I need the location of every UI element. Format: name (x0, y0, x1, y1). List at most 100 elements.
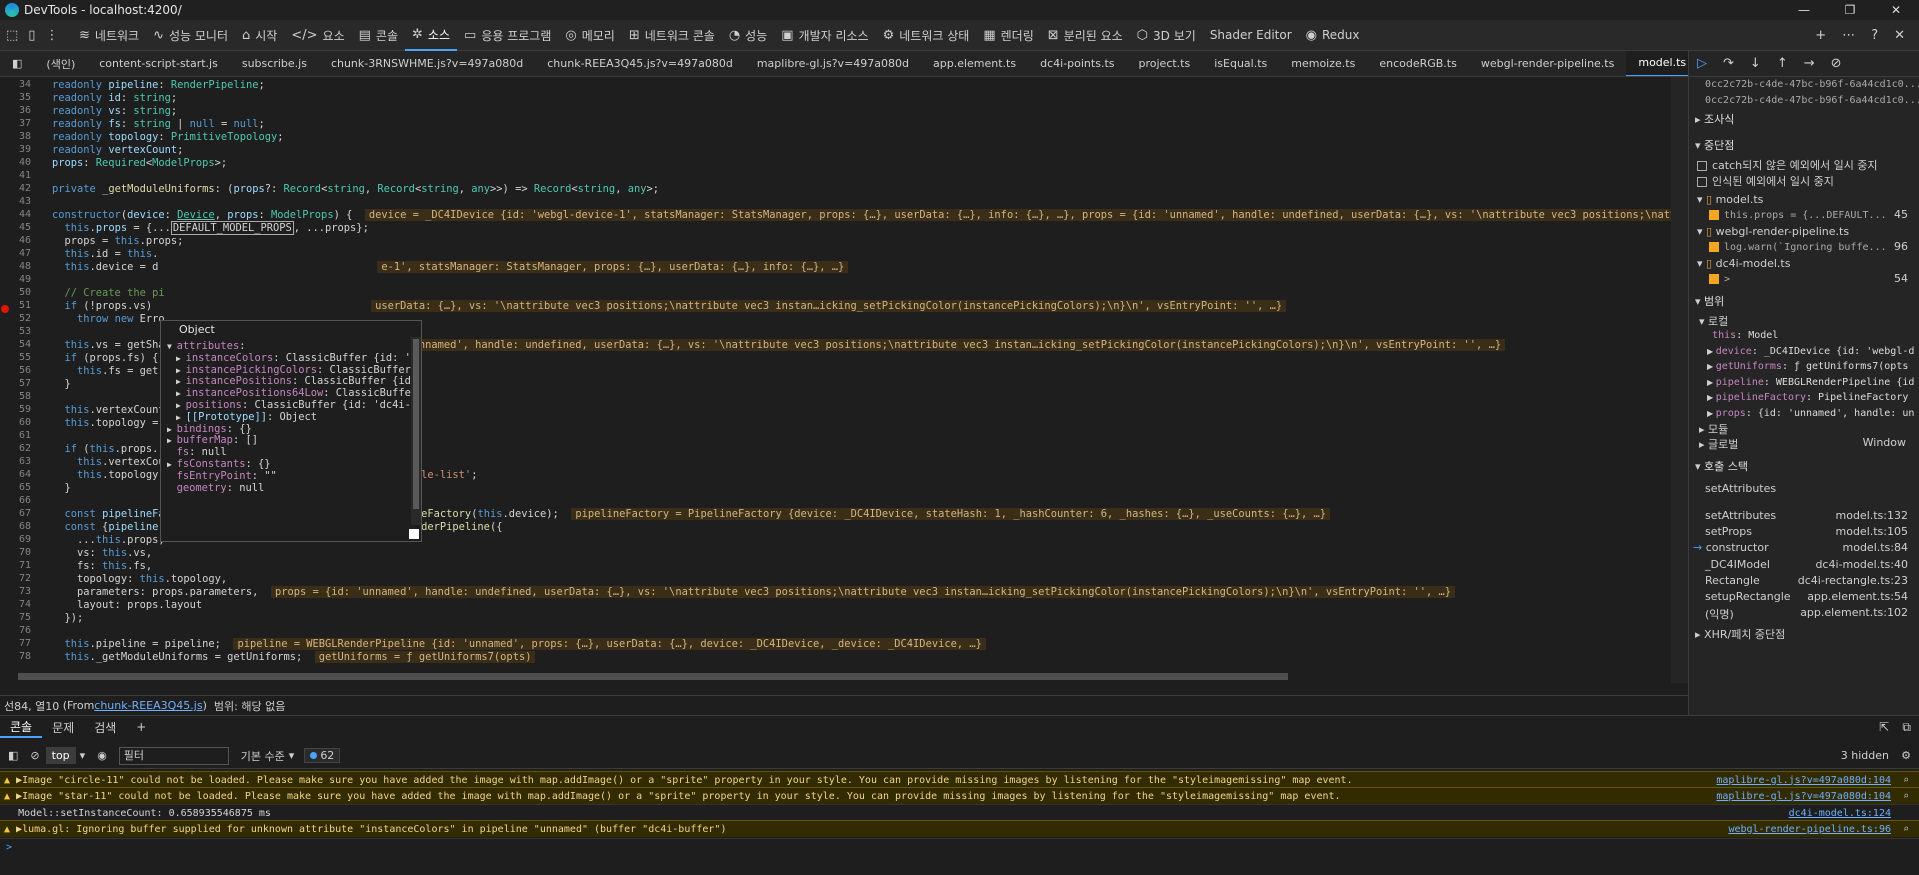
more-icon[interactable]: ⋯ (1842, 28, 1855, 43)
scope-variable[interactable]: ▶ getUniforms: ƒ getUniforms7(opts (1689, 359, 1919, 372)
expand-arrow-icon[interactable] (167, 484, 177, 493)
add-tab-icon[interactable]: + (1815, 28, 1826, 43)
global-scope-header[interactable]: ▸ 글로벌 Window (1689, 436, 1919, 452)
callstack-frame[interactable]: _DC4IModel dc4i-model.ts:40 (1689, 558, 1919, 571)
callstack-frame[interactable]: (익명) app.element.ts:102 (1689, 606, 1919, 622)
code-editor[interactable]: 34 35 36 37 38 39 40 41 42 43 44 45 46 47 48 49 50 51 52 53… (0, 77, 1671, 672)
line-number[interactable]: 64 (0, 469, 31, 480)
pause-option[interactable]: catch되지 않은 예외에서 일시 중지 (1689, 157, 1919, 173)
line-number[interactable]: 52 (0, 313, 31, 324)
toolbar-tab[interactable]: ▦ 렌더링 (976, 20, 1040, 51)
console-tab[interactable]: 문제 (42, 716, 84, 738)
line-number[interactable]: 48 (0, 261, 31, 272)
console-message[interactable]: Model::setInstanceCount: 0.658935546875 … (0, 804, 1919, 821)
line-number[interactable]: 72 (0, 573, 31, 584)
expand-arrow-icon[interactable] (167, 472, 177, 481)
file-tab[interactable]: content-script-start.js (87, 51, 230, 76)
step-icon[interactable]: → (1804, 56, 1815, 71)
line-number[interactable]: 37 (0, 118, 31, 129)
expand-arrow-icon[interactable]: ▶ (176, 377, 186, 386)
context-selector[interactable]: top (45, 747, 76, 764)
step-over-icon[interactable]: ↷ (1723, 56, 1734, 71)
line-number[interactable]: 43 (0, 196, 31, 207)
callstack-frame[interactable]: setProps model.ts:105 (1689, 525, 1919, 538)
scope-variable[interactable]: this: Model (1689, 328, 1919, 341)
chevron-down-icon[interactable]: ▾ (80, 749, 86, 762)
console-message[interactable]: ▲ ▶ Image "star-11" could not be loaded. … (0, 787, 1919, 804)
message-source-link[interactable]: dc4i-model.ts:124 (1789, 808, 1891, 819)
toolbar-tab[interactable]: ≋ 네트워크 (72, 20, 146, 51)
breakpoint-entry[interactable]: this.props = {...DEFAULT... 45 (1689, 208, 1919, 221)
popup-row[interactable]: ▶ bindings: {} (167, 423, 252, 435)
toolbar-tab[interactable]: ⊞ 네트워크 콘솔 (622, 20, 722, 51)
sidebar-toggle-icon[interactable]: ◧ (8, 749, 18, 762)
popup-row[interactable]: ▶ instanceColors: ClassicBuffer {id: 'd (176, 352, 417, 364)
object-preview-popup[interactable]: Object ▼ attributes: ▶ instanceColors: Cl… (160, 320, 422, 542)
inspect-icon[interactable]: ⬚ (6, 28, 18, 43)
more-tools-icon[interactable]: ⋮ (45, 28, 58, 43)
line-number[interactable]: 36 (0, 105, 31, 116)
toolbar-tab[interactable]: ✲ 소스 (405, 20, 458, 51)
line-number[interactable]: 70 (0, 547, 31, 558)
search-icon[interactable]: ⌕ (1903, 824, 1909, 835)
line-number[interactable]: 34 (0, 79, 31, 90)
clear-console-icon[interactable]: ⊘ (30, 749, 39, 762)
file-tab[interactable]: subscribe.js (230, 51, 319, 76)
breakpoints-section-header[interactable]: ▾ 중단점 (1689, 137, 1919, 153)
scope-variable[interactable]: ▶ pipeline: WEBGLRenderPipeline {id (1689, 375, 1919, 388)
expand-arrow-icon[interactable]: ▶ (167, 425, 177, 434)
popup-row[interactable]: ▶ [[Prototype]]: Object (176, 411, 317, 423)
toolbar-tab[interactable]: ◔ 성능 (722, 20, 774, 51)
line-number[interactable]: 46 (0, 235, 31, 246)
line-number[interactable]: 53 (0, 326, 31, 337)
toolbar-tab[interactable]: ◉ Redux (1299, 20, 1367, 51)
line-number[interactable]: 65 (0, 482, 31, 493)
line-number[interactable]: 59 (0, 404, 31, 415)
line-number[interactable]: 40 (0, 157, 31, 168)
thread-item[interactable]: 0cc2c72b-c4de-47bc-b96f-6a44cd1c0... (1689, 77, 1919, 90)
file-tab[interactable]: dc4i-points.ts (1028, 51, 1126, 76)
line-number[interactable]: 71 (0, 560, 31, 571)
resume-icon[interactable]: ▷ (1697, 56, 1707, 71)
line-number[interactable]: 56 (0, 365, 31, 376)
help-icon[interactable]: ? (1871, 28, 1878, 43)
toolbar-tab[interactable]: ▣ 개발자 리소스 (774, 20, 875, 51)
line-number[interactable]: 74 (0, 599, 31, 610)
scope-variable[interactable]: ▶ device: _DC4IDevice {id: 'webgl-d (1689, 344, 1919, 357)
add-panel-button[interactable]: + (126, 716, 156, 738)
breakpoint-entry[interactable]: >54 (1689, 272, 1919, 285)
line-number[interactable]: 76 (0, 625, 31, 636)
popup-row[interactable]: geometry: null (167, 482, 265, 494)
scope-variable[interactable]: ▶ pipelineFactory: PipelineFactory (1689, 390, 1919, 403)
popup-row[interactable]: ▶ instancePickingColors: ClassicBuffer (176, 364, 411, 376)
expand-arrow-icon[interactable]: ▶ (167, 460, 177, 469)
callstack-section-header[interactable]: ▾ 호출 스택 (1689, 458, 1919, 474)
line-number[interactable]: 66 (0, 495, 31, 506)
pause-option[interactable]: 인식된 예외에서 일시 중지 (1689, 173, 1919, 189)
scope-section-header[interactable]: ▾ 범위 (1689, 293, 1919, 309)
callstack-frame[interactable]: setAttributes (1689, 482, 1919, 495)
settings-gear-icon[interactable]: ⚙ (1901, 749, 1911, 762)
horizontal-scrollbar[interactable] (8, 671, 1671, 681)
toolbar-tab[interactable]: ⊠ 분리된 요소 (1041, 20, 1130, 51)
line-number[interactable]: 67 (0, 508, 31, 519)
maximize-button[interactable]: ❐ (1827, 0, 1873, 20)
popup-row[interactable]: ▶ fsConstants: {} (167, 458, 271, 470)
device-toggle-icon[interactable]: ▯ (28, 28, 35, 43)
line-number[interactable]: 75 (0, 612, 31, 623)
scope-variable[interactable]: ▶ props: {id: 'unnamed', handle: un (1689, 406, 1919, 419)
popup-row[interactable]: ▶ instancePositions: ClassicBuffer {id: (176, 375, 417, 387)
line-number[interactable]: 44 (0, 209, 31, 220)
line-number[interactable]: 45 (0, 222, 31, 233)
file-tab[interactable]: model.ts✕ (1626, 51, 1688, 76)
callstack-frame[interactable]: setupRectangle app.element.ts:54 (1689, 590, 1919, 603)
toolbar-tab[interactable]: ⚙ 네트워크 상태 (876, 20, 977, 51)
step-into-icon[interactable]: ↓ (1750, 56, 1761, 71)
file-tab[interactable]: app.element.ts (921, 51, 1028, 76)
breakpoint-file[interactable]: ▾ ▯ webgl-render-pipeline.ts (1689, 225, 1919, 238)
popup-row[interactable]: fs: null (167, 446, 227, 458)
message-source-link[interactable]: maplibre-gl.js?v=497a080d:104 (1716, 775, 1891, 786)
line-number[interactable]: 63 (0, 456, 31, 467)
expand-arrow-icon[interactable]: ▶ (176, 354, 186, 363)
callstack-frame[interactable]: Rectangle dc4i-rectangle.ts:23 (1689, 574, 1919, 587)
